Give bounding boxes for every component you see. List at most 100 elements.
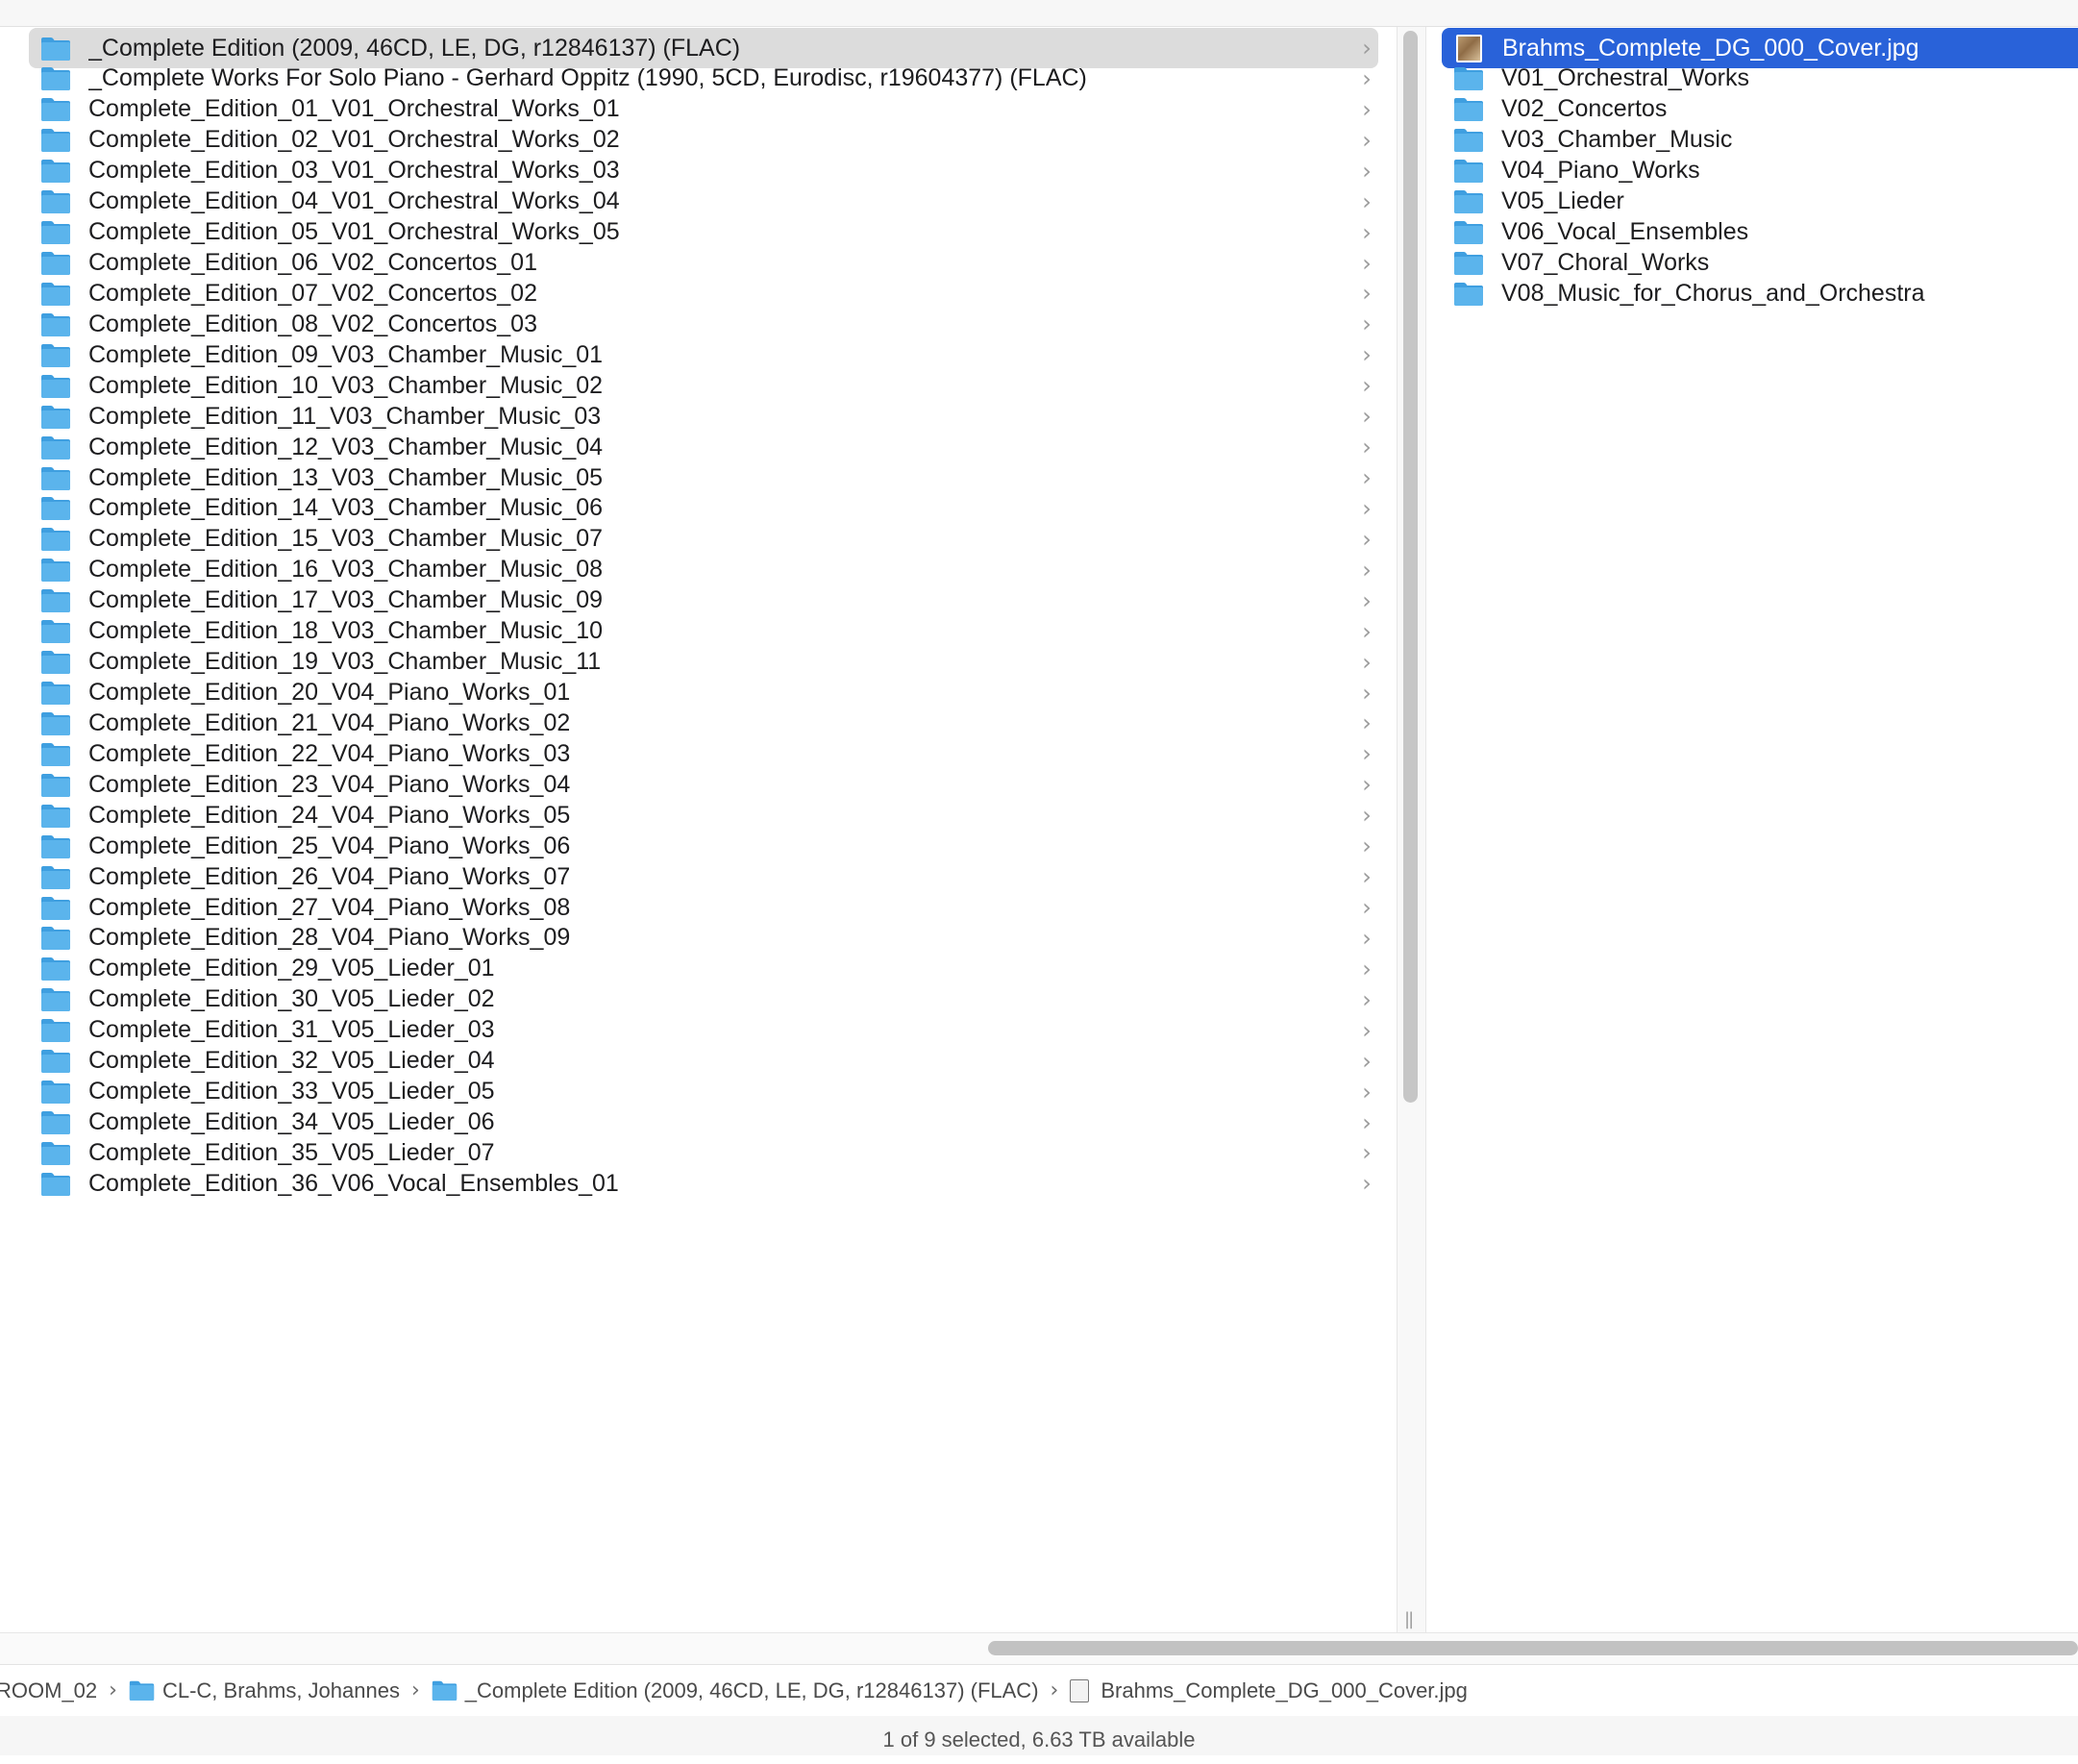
chevron-right-icon: › <box>1362 709 1372 737</box>
chevron-right-icon: › <box>1362 556 1372 584</box>
folder-icon <box>432 1680 457 1702</box>
finder-column-1: _Complete Edition (2009, 46CD, LE, DG, r… <box>0 27 1397 1632</box>
path-separator-icon: › <box>109 1678 117 1702</box>
folder-icon <box>41 682 70 706</box>
chevron-right-icon: › <box>1362 586 1372 614</box>
folder-icon <box>1454 252 1483 275</box>
chevron-right-icon: › <box>1362 157 1372 185</box>
folder-icon <box>1454 282 1483 306</box>
column-1-row[interactable]: Complete_Edition_36_V06_Vocal_Ensembles_… <box>29 1163 1378 1204</box>
chevron-right-icon: › <box>1362 249 1372 277</box>
path-bar: ROOM_02 › CL-C, Brahms, Johannes › _Complete… <box>0 1664 2078 1717</box>
chevron-right-icon: › <box>1362 95 1372 123</box>
chevron-right-icon: › <box>1362 1108 1372 1136</box>
horizontal-scrollbar-track[interactable] <box>0 1632 2078 1664</box>
chevron-right-icon: › <box>1362 187 1372 215</box>
chevron-right-icon: › <box>1362 434 1372 461</box>
folder-icon <box>41 405 70 429</box>
chevron-right-icon: › <box>1362 464 1372 492</box>
chevron-right-icon: › <box>1362 64 1372 92</box>
folder-icon <box>1454 129 1483 153</box>
path-segment-label: CL-C, Brahms, Johannes <box>161 1677 400 1702</box>
folder-icon <box>41 1019 70 1043</box>
item-name: V08_Music_for_Chorus_and_Orchestra <box>1501 279 1925 307</box>
chevron-right-icon: › <box>1362 894 1372 922</box>
folder-icon <box>41 312 70 336</box>
chevron-right-icon: › <box>1362 1139 1372 1167</box>
chevron-right-icon: › <box>1362 985 1372 1013</box>
chevron-right-icon: › <box>1362 494 1372 522</box>
path-separator-icon: › <box>1050 1678 1059 1702</box>
path-segment-label: ROOM_02 <box>0 1677 98 1702</box>
path-segment[interactable]: Brahms_Complete_DG_000_Cover.jpg <box>1070 1678 1468 1703</box>
folder-icon <box>41 497 70 521</box>
folder-icon <box>41 896 70 920</box>
folder-icon <box>129 1680 155 1702</box>
folder-icon <box>41 282 70 306</box>
image-file-icon <box>1070 1678 1090 1702</box>
toolbar-strip <box>0 0 2078 27</box>
path-separator-icon: › <box>410 1678 420 1702</box>
path-segment[interactable]: _Complete Edition (2009, 46CD, LE, DG, r… <box>432 1678 1039 1703</box>
folder-icon <box>1454 160 1483 184</box>
folder-icon <box>41 252 70 275</box>
folder-icon <box>41 711 70 735</box>
folder-icon <box>41 651 70 675</box>
folder-icon <box>41 1050 70 1074</box>
chevron-right-icon: › <box>1362 1047 1372 1075</box>
column-2-row[interactable]: V08_Music_for_Chorus_and_Orchestra <box>1442 273 2078 313</box>
folder-icon <box>41 221 70 245</box>
chevron-right-icon: › <box>1362 863 1372 891</box>
folder-icon <box>41 927 70 951</box>
chevron-right-icon: › <box>1362 771 1372 799</box>
folder-icon <box>41 1172 70 1196</box>
folder-icon <box>41 742 70 766</box>
folder-icon <box>41 804 70 828</box>
folder-icon <box>41 466 70 490</box>
chevron-right-icon: › <box>1362 740 1372 768</box>
status-text: 1 of 9 selected, 6.63 TB available <box>882 1727 1196 1752</box>
chevron-right-icon: › <box>1362 280 1372 308</box>
folder-icon <box>41 37 70 61</box>
chevron-right-icon: › <box>1362 648 1372 676</box>
folder-icon <box>41 773 70 797</box>
column-resize-grip-icon[interactable]: || <box>1404 1609 1414 1629</box>
chevron-right-icon: › <box>1362 218 1372 246</box>
chevron-right-icon: › <box>1362 372 1372 400</box>
folder-icon <box>41 528 70 552</box>
path-segment[interactable]: CL-C, Brahms, Johannes <box>129 1678 400 1703</box>
chevron-right-icon: › <box>1362 832 1372 860</box>
folder-icon <box>1454 98 1483 122</box>
folder-icon <box>41 67 70 91</box>
horizontal-scrollbar-thumb[interactable] <box>988 1641 2078 1655</box>
folder-icon <box>41 160 70 184</box>
folder-icon <box>41 343 70 367</box>
folder-icon <box>41 988 70 1012</box>
folder-icon <box>41 1081 70 1105</box>
chevron-right-icon: › <box>1362 126 1372 154</box>
folder-icon <box>1454 67 1483 91</box>
chevron-right-icon: › <box>1362 924 1372 952</box>
folder-icon <box>1454 190 1483 214</box>
chevron-right-icon: › <box>1362 311 1372 338</box>
folder-icon <box>41 1141 70 1165</box>
folder-icon <box>41 190 70 214</box>
column-1-vertical-scrollbar[interactable] <box>1403 31 1418 1103</box>
chevron-right-icon: › <box>1362 802 1372 830</box>
chevron-right-icon: › <box>1362 617 1372 645</box>
folder-icon <box>41 620 70 644</box>
chevron-right-icon: › <box>1362 1170 1372 1198</box>
chevron-right-icon: › <box>1362 955 1372 982</box>
chevron-right-icon: › <box>1362 403 1372 431</box>
folder-icon <box>41 957 70 981</box>
folder-icon <box>41 865 70 889</box>
path-segment-label: _Complete Edition (2009, 46CD, LE, DG, r… <box>464 1677 1039 1702</box>
folder-icon <box>41 559 70 583</box>
path-segment-label: Brahms_Complete_DG_000_Cover.jpg <box>1101 1677 1468 1702</box>
folder-icon <box>41 435 70 460</box>
chevron-right-icon: › <box>1362 525 1372 553</box>
path-segment[interactable]: ROOM_02 <box>0 1678 97 1703</box>
chevron-right-icon: › <box>1362 341 1372 369</box>
finder-column-2: Brahms_Complete_DG_000_Cover.jpg V01_Orch… <box>1426 27 2078 1632</box>
folder-icon <box>41 98 70 122</box>
